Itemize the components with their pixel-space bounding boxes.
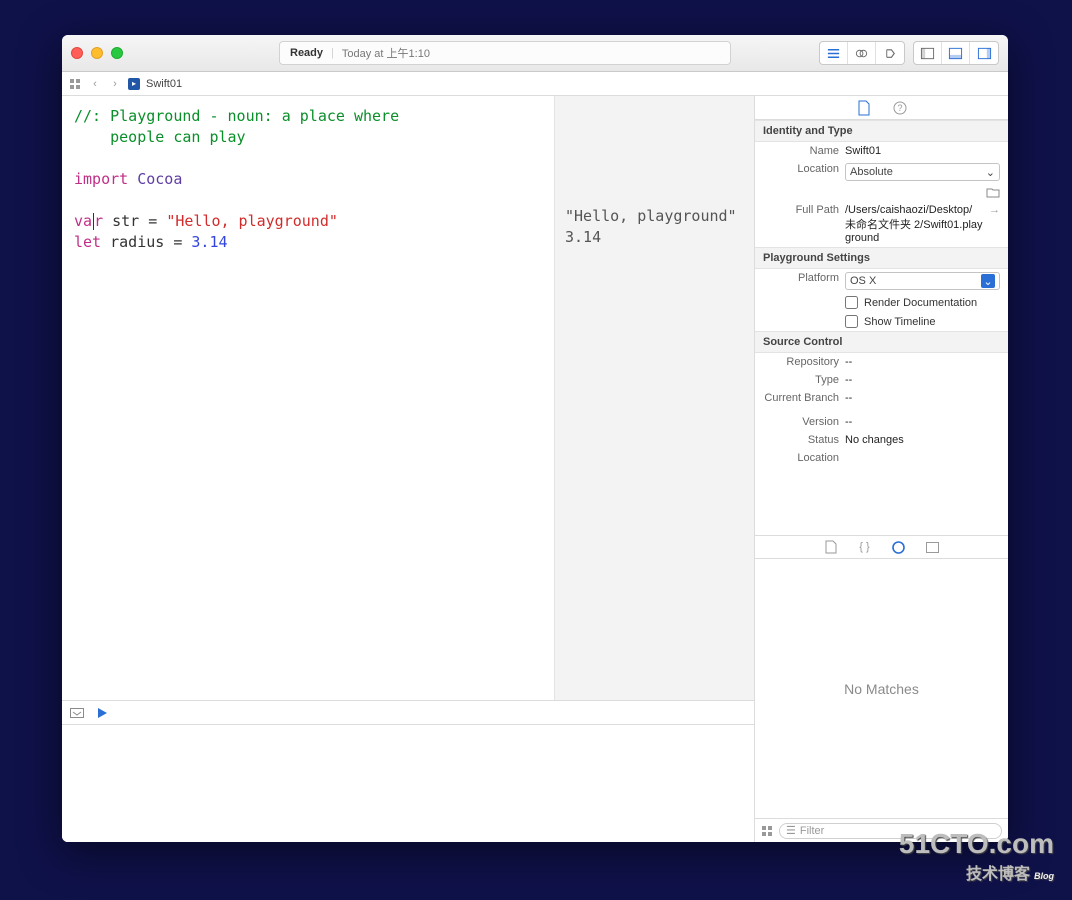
quick-help-tab[interactable]: ? — [892, 100, 908, 116]
inspector-tabs: ? — [755, 96, 1008, 120]
inspector-panel: ? Identity and Type NameSwift01 Location… — [755, 96, 1008, 842]
close-button[interactable] — [71, 47, 83, 59]
version-editor-button[interactable] — [876, 42, 904, 64]
library-tabs: { } — [755, 535, 1008, 559]
filter-icon: ☰ — [786, 824, 796, 837]
file-template-library-tab[interactable] — [823, 539, 839, 555]
platform-select[interactable]: OS X ⌄ — [845, 272, 1000, 290]
status-ready: Ready — [290, 47, 323, 59]
location-select[interactable]: Absolute⌄ — [845, 163, 1000, 181]
grid-view-icon[interactable] — [761, 825, 773, 837]
main-split: //: Playground - noun: a place where peo… — [62, 96, 1008, 842]
standard-editor-button[interactable] — [820, 42, 848, 64]
jump-bar-filename[interactable]: Swift01 — [146, 78, 182, 90]
file-inspector-tab[interactable] — [856, 100, 872, 116]
nav-forward-button[interactable]: › — [108, 78, 122, 90]
nav-back-button[interactable]: ‹ — [88, 78, 102, 90]
jump-bar: ‹ › ▸ Swift01 — [62, 72, 1008, 96]
results-sidebar: "Hello, playground" 3.14 — [554, 96, 754, 700]
related-items-icon[interactable] — [68, 78, 82, 90]
titlebar: Ready | Today at 上午1:10 — [62, 35, 1008, 72]
reveal-arrow-icon[interactable]: → — [989, 204, 1000, 216]
execute-playground-button[interactable] — [96, 707, 108, 719]
source-control-header: Source Control — [755, 331, 1008, 353]
toggle-navigator-button[interactable] — [914, 42, 942, 64]
show-timeline-checkbox[interactable]: Show Timeline — [755, 312, 1008, 331]
identity-name-value: Swift01 — [845, 145, 1000, 157]
folder-icon[interactable] — [986, 187, 1000, 198]
zoom-button[interactable] — [111, 47, 123, 59]
playground-file-icon: ▸ — [128, 78, 140, 90]
editor-column: //: Playground - noun: a place where peo… — [62, 96, 755, 842]
status-time: Today at 上午1:10 — [342, 45, 430, 61]
code-snippet-library-tab[interactable]: { } — [857, 539, 873, 555]
full-path-value: /Users/caishaozi/Desktop/未命名文件夹 2/Swift0… — [845, 204, 983, 244]
result-line-1: "Hello, playground" — [565, 207, 737, 225]
panel-visibility-segment — [913, 41, 999, 65]
toggle-console-button[interactable] — [70, 708, 84, 718]
activity-status: Ready | Today at 上午1:10 — [279, 41, 731, 65]
settings-section-header: Playground Settings — [755, 247, 1008, 269]
xcode-window: Ready | Today at 上午1:10 — [62, 35, 1008, 842]
svg-text:?: ? — [897, 103, 902, 113]
debug-console[interactable] — [62, 724, 754, 842]
object-library-tab[interactable] — [891, 539, 907, 555]
minimize-button[interactable] — [91, 47, 103, 59]
watermark: 51CTO.com 技术博客Blog — [899, 828, 1054, 884]
assistant-editor-button[interactable] — [848, 42, 876, 64]
window-controls — [71, 47, 123, 59]
scm-status-value: No changes — [845, 434, 1000, 446]
editor-mode-segment — [819, 41, 905, 65]
debug-toolbar — [62, 700, 754, 724]
identity-section-header: Identity and Type — [755, 120, 1008, 142]
library-no-matches: No Matches — [755, 559, 1008, 818]
code-editor[interactable]: //: Playground - noun: a place where peo… — [62, 96, 554, 700]
toggle-debug-button[interactable] — [942, 42, 970, 64]
render-documentation-checkbox[interactable]: Render Documentation — [755, 293, 1008, 312]
media-library-tab[interactable] — [925, 539, 941, 555]
result-line-2: 3.14 — [565, 228, 601, 246]
toggle-inspector-button[interactable] — [970, 42, 998, 64]
